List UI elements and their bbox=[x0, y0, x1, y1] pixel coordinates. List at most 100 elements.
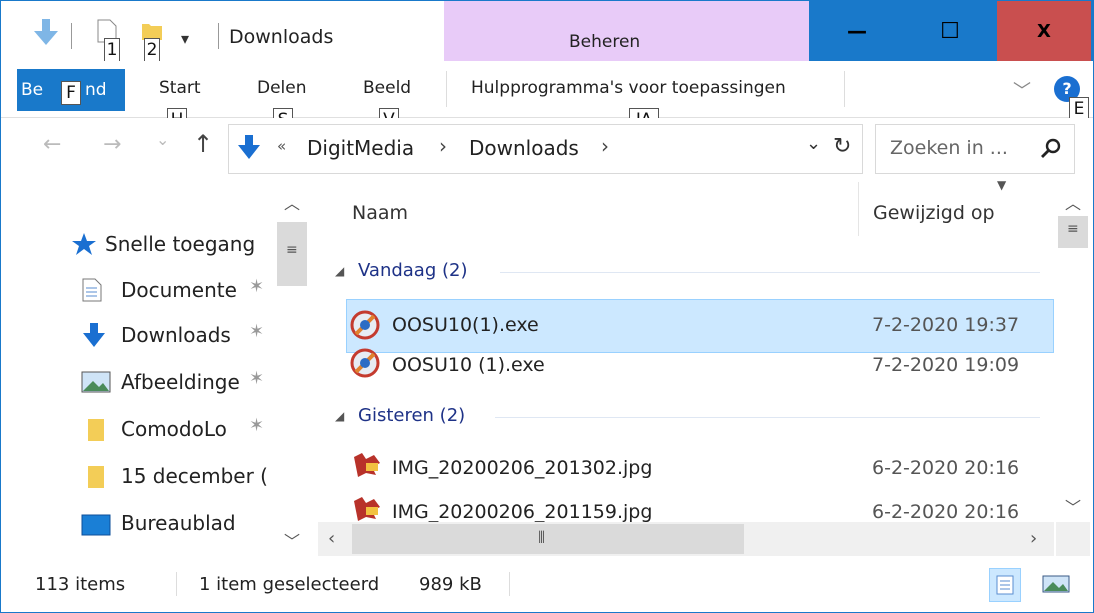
forward-button[interactable]: → bbox=[103, 132, 121, 157]
close-button[interactable]: X bbox=[997, 1, 1091, 61]
collapse-icon: ◢ bbox=[335, 264, 345, 278]
grip-icon: ⦀ bbox=[538, 528, 546, 547]
back-button[interactable]: ← bbox=[43, 132, 61, 157]
pin-icon: ✶ bbox=[249, 321, 265, 342]
file-modified: 7-2-2020 19:37 bbox=[872, 314, 1020, 336]
column-header-modified[interactable]: ▼ Gewijzigd op bbox=[859, 178, 1055, 236]
pin-icon: ✶ bbox=[249, 415, 265, 436]
download-icon bbox=[83, 323, 105, 347]
context-tab-label: Beheren bbox=[569, 32, 641, 52]
help-icon: ? bbox=[1062, 79, 1072, 98]
file-row[interactable]: IMG_20200206_201302.jpg 6-2-2020 20:16 bbox=[346, 447, 1052, 491]
pictures-icon bbox=[81, 371, 111, 393]
column-header-name[interactable]: Naam bbox=[316, 182, 859, 236]
title-bar: 1 2 ▾ Downloads Beheren — ☐ X bbox=[1, 1, 1093, 62]
scroll-thumb[interactable]: ≡ bbox=[1058, 216, 1088, 248]
item-count: 113 items bbox=[35, 574, 126, 595]
group-header-vandaag[interactable]: ◢ Vandaag (2) bbox=[330, 258, 1040, 288]
tab-delen[interactable]: Delen bbox=[257, 78, 307, 98]
tab-start[interactable]: Start bbox=[159, 78, 201, 98]
window-title: Downloads bbox=[229, 26, 334, 48]
minimize-icon: — bbox=[847, 19, 867, 43]
scroll-corner bbox=[1056, 522, 1090, 556]
large-icons-view-button[interactable] bbox=[1039, 570, 1073, 598]
nav-item-afbeeldingen[interactable]: Afbeeldinge bbox=[121, 370, 240, 394]
file-modified: 7-2-2020 19:09 bbox=[872, 354, 1020, 376]
file-list-vertical-scrollbar[interactable]: ︿ ≡ ﹀ bbox=[1056, 182, 1090, 522]
sort-indicator-icon: ▼ bbox=[997, 178, 1007, 192]
file-row[interactable]: IMG_20200206_201159.jpg 6-2-2020 20:16 bbox=[346, 491, 1052, 522]
customize-toolbar-dropdown[interactable]: ▾ bbox=[181, 29, 189, 48]
file-name: IMG_20200206_201159.jpg bbox=[392, 501, 653, 522]
nav-item-bureaublad[interactable]: Bureaublad bbox=[121, 511, 236, 535]
scroll-up-icon[interactable]: ︿ bbox=[1065, 190, 1081, 214]
recent-locations-button[interactable]: ⌄ bbox=[156, 130, 169, 149]
column-label-name: Naam bbox=[352, 202, 409, 224]
scroll-down-icon[interactable]: ﹀ bbox=[1065, 494, 1081, 518]
expand-ribbon-icon[interactable]: ﹀ bbox=[1013, 77, 1031, 103]
address-dropdown-icon[interactable]: ⌄ bbox=[806, 133, 821, 154]
refresh-icon[interactable]: ↻ bbox=[833, 134, 851, 159]
breadcrumb-overflow[interactable]: « bbox=[277, 137, 286, 155]
selection-status: 1 item geselecteerd bbox=[199, 574, 380, 595]
file-modified: 6-2-2020 20:16 bbox=[872, 457, 1020, 479]
nav-item-comodolo[interactable]: ComodoLo bbox=[121, 417, 227, 441]
status-divider bbox=[176, 572, 177, 596]
scroll-right-icon[interactable]: › bbox=[1030, 528, 1037, 549]
scroll-left-icon[interactable]: ‹ bbox=[328, 528, 335, 549]
details-view-button[interactable] bbox=[989, 568, 1021, 602]
grip-icon: ≡ bbox=[1067, 221, 1079, 237]
scroll-thumb[interactable]: ⦀ bbox=[352, 524, 744, 554]
scroll-up-icon[interactable]: ︿ bbox=[284, 190, 300, 214]
large-icons-view-icon bbox=[1042, 575, 1070, 593]
group-label: Gisteren (2) bbox=[358, 405, 466, 426]
breadcrumb-digitmedia[interactable]: DigitMedia bbox=[307, 136, 414, 160]
toolbar-divider bbox=[71, 23, 72, 49]
file-row-clip: IMG_20200206_201159.jpg 6-2-2020 20:16 bbox=[346, 491, 1052, 522]
downloads-location-icon bbox=[238, 135, 260, 159]
file-modified: 6-2-2020 20:16 bbox=[872, 501, 1020, 522]
close-icon: X bbox=[1037, 20, 1051, 42]
star-icon bbox=[72, 233, 96, 255]
nav-item-documenten[interactable]: Documente bbox=[121, 278, 237, 302]
maximize-icon: ☐ bbox=[940, 18, 960, 44]
address-bar[interactable]: « DigitMedia › Downloads › ⌄ ↻ bbox=[228, 124, 863, 174]
desktop-icon bbox=[81, 514, 111, 536]
keytip-1: 1 bbox=[104, 38, 120, 62]
breadcrumb-downloads[interactable]: Downloads bbox=[469, 136, 579, 160]
up-button[interactable]: ↑ bbox=[193, 130, 213, 158]
navigation-pane: Snelle toegang Documente ✶ Downloads ✶ A… bbox=[1, 180, 311, 556]
group-label: Vandaag (2) bbox=[358, 260, 468, 281]
ribbon-divider bbox=[844, 71, 845, 107]
keytip-2: 2 bbox=[144, 38, 160, 62]
downloads-folder-icon[interactable] bbox=[31, 19, 61, 47]
search-box[interactable]: Zoeken in ... bbox=[875, 124, 1075, 174]
context-tab-beheren[interactable]: Beheren bbox=[444, 1, 809, 61]
scroll-thumb[interactable]: ≡ bbox=[277, 222, 307, 286]
file-list-horizontal-scrollbar[interactable]: ‹ ⦀ › bbox=[318, 522, 1054, 556]
group-header-gisteren[interactable]: ◢ Gisteren (2) bbox=[330, 403, 1040, 433]
nav-item-downloads[interactable]: Downloads bbox=[121, 323, 231, 347]
maximize-button[interactable]: ☐ bbox=[904, 1, 996, 61]
file-tab-label: Be bbox=[21, 80, 44, 100]
ribbon-divider bbox=[446, 71, 447, 107]
nav-item-quick-access[interactable]: Snelle toegang bbox=[105, 232, 255, 256]
navigation-pane-scrollbar[interactable]: ︿ ≡ ﹀ bbox=[275, 182, 309, 556]
search-icon[interactable] bbox=[1040, 138, 1062, 160]
tab-hulpprogrammas[interactable]: Hulpprogramma's voor toepassingen bbox=[471, 78, 786, 98]
file-row[interactable]: OOSU10 (1).exe 7-2-2020 19:09 bbox=[346, 342, 1052, 392]
minimize-button[interactable]: — bbox=[811, 1, 903, 61]
nav-item-15-december[interactable]: 15 december ( bbox=[121, 464, 268, 488]
folder-icon bbox=[88, 466, 104, 488]
quick-access-toolbar: 1 2 ▾ Downloads bbox=[1, 1, 444, 62]
collapse-icon: ◢ bbox=[335, 409, 345, 423]
file-tab-label-tail: nd bbox=[85, 80, 107, 100]
folder-icon bbox=[88, 419, 104, 441]
grip-icon: ≡ bbox=[286, 242, 298, 258]
tab-beeld[interactable]: Beeld bbox=[363, 78, 411, 98]
group-line bbox=[500, 272, 1040, 273]
selection-size: 989 kB bbox=[419, 574, 482, 595]
scroll-down-icon[interactable]: ﹀ bbox=[284, 528, 300, 552]
breadcrumb-separator[interactable]: › bbox=[439, 134, 447, 158]
breadcrumb-separator[interactable]: › bbox=[601, 134, 609, 158]
